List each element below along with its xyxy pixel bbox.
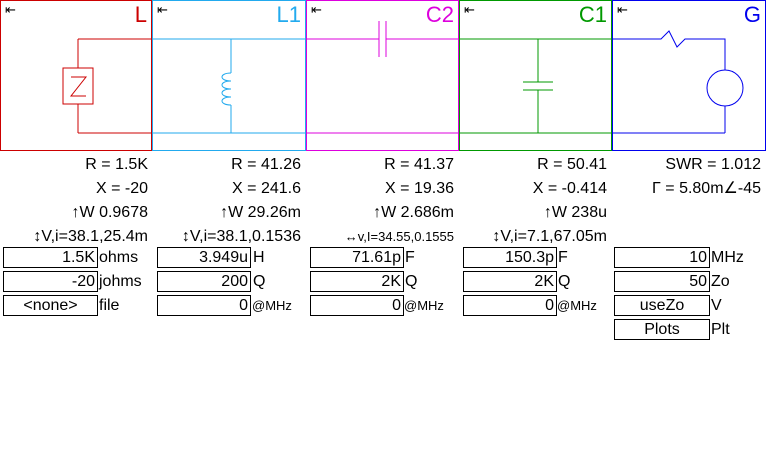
zo-input[interactable]: 50 (614, 271, 710, 292)
zo-unit: Zo (711, 273, 730, 290)
load-file-label: file (99, 297, 120, 314)
l1-q-frequency-unit: @MHz (252, 298, 292, 313)
l1-inductance-input[interactable]: 3.949u (157, 247, 251, 268)
frequency-unit: MHz (711, 249, 744, 266)
c2-capacitance-input[interactable]: 71.61p (310, 247, 404, 268)
load-panel[interactable]: ⇤ L (0, 0, 152, 151)
gamma-readout: Γ = 5.80m∠-45 (652, 180, 761, 197)
l1-vi-readout: ↕V,i=38.1,0.1536 (181, 228, 301, 245)
c1-reactance-readout: X = -0.414 (532, 180, 607, 197)
c2-vi-readout: ↔v,I=34.55,0.1555 (344, 229, 454, 244)
l1-panel[interactable]: ⇤ L1 (152, 0, 306, 151)
load-impedance-schematic (62, 38, 151, 134)
l1-inductance-unit: H (253, 249, 265, 266)
c1-panel[interactable]: ⇤ C1 (459, 0, 612, 151)
load-resistance-unit: ohms (99, 249, 139, 266)
c1-q-unit: Q (558, 273, 571, 290)
load-vi-readout: ↕V,i=38.1,25.4m (33, 228, 148, 245)
use-zo-label: V (711, 297, 722, 314)
c1-q-frequency-unit: @MHz (557, 298, 597, 313)
load-resistance-readout: R = 1.5K (85, 156, 148, 173)
generator-source-schematic (613, 30, 744, 134)
l1-inductor-schematic (153, 38, 305, 134)
l1-q-unit: Q (253, 273, 266, 290)
plots-label: Plt (711, 321, 730, 338)
swr-readout: SWR = 1.012 (665, 156, 761, 173)
c2-q-frequency-unit: @MHz (404, 298, 444, 313)
c2-capacitance-unit: F (405, 249, 415, 266)
load-power-readout: ↑W 0.9678 (71, 204, 148, 221)
c1-shunt-capacitor-schematic (460, 38, 611, 134)
c1-capacitance-input[interactable]: 150.3p (463, 247, 557, 268)
l1-power-readout: ↑W 29.26m (220, 204, 301, 221)
c2-resistance-readout: R = 41.37 (384, 156, 454, 173)
l1-reactance-readout: X = 241.6 (232, 180, 301, 197)
l1-q-input[interactable]: 200 (157, 271, 251, 292)
c1-q-input[interactable]: 2K (463, 271, 557, 292)
c1-capacitance-unit: F (558, 249, 568, 266)
l1-q-frequency-input[interactable]: 0 (157, 295, 251, 316)
use-zo-button[interactable]: useZo (614, 295, 710, 316)
load-file-input[interactable]: <none> (3, 295, 98, 316)
load-reactance-input[interactable]: -20 (3, 271, 98, 292)
c2-series-capacitor-schematic (307, 21, 458, 134)
generator-panel[interactable]: ⇤ G (612, 0, 766, 151)
load-reactance-readout: X = -20 (95, 180, 148, 197)
c1-vi-readout: ↕V,i=7.1,67.05m (492, 228, 607, 245)
c2-q-unit: Q (405, 273, 418, 290)
c1-q-frequency-input[interactable]: 0 (463, 295, 557, 316)
l1-resistance-readout: R = 41.26 (231, 156, 301, 173)
c2-power-readout: ↑W 2.686m (373, 204, 454, 221)
load-reactance-unit: johms (99, 273, 142, 290)
frequency-input[interactable]: 10 (614, 247, 710, 268)
c2-panel[interactable]: ⇤ C2 (306, 0, 459, 151)
c1-resistance-readout: R = 50.41 (537, 156, 607, 173)
c2-q-input[interactable]: 2K (310, 271, 404, 292)
c2-q-frequency-input[interactable]: 0 (310, 295, 404, 316)
load-resistance-input[interactable]: 1.5K (3, 247, 98, 268)
plots-button[interactable]: Plots (614, 319, 710, 340)
c2-reactance-readout: X = 19.36 (385, 180, 454, 197)
c1-power-readout: ↑W 238u (543, 204, 607, 221)
